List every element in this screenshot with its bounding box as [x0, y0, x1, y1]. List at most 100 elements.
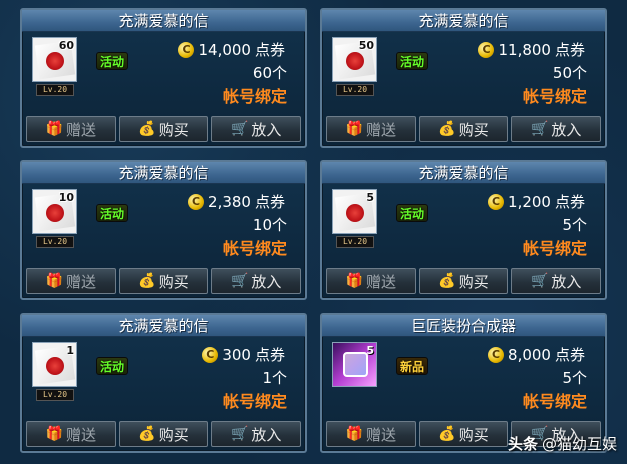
quantity: 5个 — [562, 369, 587, 387]
coupon-icon: C — [178, 41, 195, 58]
gift-label: 赠送 — [366, 425, 397, 444]
level-badge: Lv.20 — [336, 236, 374, 248]
cart-icon: 🛒 — [530, 273, 549, 289]
buy-label: 购买 — [458, 120, 489, 139]
shop-item-card: 充满爱慕的信 10 Lv.20 活动 C 2,380 点券 10个 帐号绑定 🎁… — [20, 160, 307, 300]
add-to-cart-button[interactable]: 🛒 放入 — [211, 421, 302, 447]
item-title: 充满爱慕的信 — [22, 10, 305, 32]
level-badge: Lv.20 — [36, 84, 74, 96]
shop-item-card: 巨匠装扮合成器 5 新品 C 8,000 点券 5个 帐号绑定 🎁 赠送 💰 购买 … — [320, 313, 607, 453]
currency-label: 点券 — [554, 193, 585, 211]
add-to-cart-button[interactable]: 🛒 放入 — [211, 268, 302, 294]
gift-icon: 🎁 — [45, 426, 64, 442]
currency-label: 点券 — [254, 41, 285, 59]
gift-icon: 🎁 — [45, 121, 64, 137]
event-tag: 活动 — [96, 357, 129, 375]
level-badge: Lv.20 — [36, 236, 74, 248]
item-title: 巨匠装扮合成器 — [322, 315, 605, 337]
add-to-cart-button[interactable]: 🛒 放入 — [511, 116, 602, 142]
gift-button[interactable]: 🎁 赠送 — [326, 421, 416, 447]
buy-button[interactable]: 💰 购买 — [418, 421, 509, 447]
event-tag: 活动 — [96, 52, 129, 70]
price-value: 1,200 — [508, 192, 551, 211]
gift-icon: 🎁 — [345, 426, 364, 442]
add-to-cart-button[interactable]: 🛒 放入 — [511, 268, 602, 294]
money-bag-icon: 💰 — [138, 121, 156, 137]
gift-icon: 🎁 — [345, 121, 364, 137]
price: C 14,000 点券 — [178, 39, 285, 60]
put-label: 放入 — [551, 120, 582, 139]
gift-button[interactable]: 🎁 赠送 — [26, 421, 116, 447]
item-title: 充满爱慕的信 — [322, 162, 605, 184]
account-bound-label: 帐号绑定 — [522, 87, 587, 106]
account-bound-label: 帐号绑定 — [222, 239, 287, 258]
buy-label: 购买 — [158, 272, 189, 291]
love-letter-icon[interactable]: 5 — [332, 189, 377, 234]
gift-icon: 🎁 — [345, 273, 364, 289]
shop-item-card: 充满爱慕的信 1 Lv.20 活动 C 300 点券 1个 帐号绑定 🎁 赠送 💰… — [20, 313, 307, 453]
buy-button[interactable]: 💰 购买 — [118, 421, 209, 447]
money-bag-icon: 💰 — [438, 121, 456, 137]
put-label: 放入 — [251, 272, 282, 291]
cart-icon: 🛒 — [230, 273, 249, 289]
cart-icon: 🛒 — [530, 121, 549, 137]
love-letter-icon[interactable]: 50 — [332, 37, 377, 82]
gift-button[interactable]: 🎁 赠送 — [326, 116, 416, 142]
money-bag-icon: 💰 — [138, 273, 156, 289]
account-bound-label: 帐号绑定 — [222, 87, 287, 106]
love-letter-icon[interactable]: 10 — [32, 189, 77, 234]
put-label: 放入 — [251, 120, 282, 139]
watermark: 头条 @猫幼互娱 — [508, 433, 617, 454]
love-letter-icon[interactable]: 1 — [32, 342, 77, 387]
event-tag: 活动 — [396, 52, 429, 70]
price: C 300 点券 — [202, 344, 285, 365]
watermark-brand: 头条 — [507, 435, 538, 453]
cart-icon: 🛒 — [230, 121, 249, 137]
quantity: 5个 — [562, 216, 587, 234]
synthesizer-icon[interactable]: 5 — [332, 342, 377, 387]
buy-label: 购买 — [158, 425, 189, 444]
coupon-icon: C — [188, 193, 205, 210]
currency-label: 点券 — [254, 346, 285, 364]
gift-button[interactable]: 🎁 赠送 — [326, 268, 416, 294]
gift-icon: 🎁 — [45, 273, 64, 289]
gift-button[interactable]: 🎁 赠送 — [26, 268, 116, 294]
quantity: 60个 — [252, 64, 287, 82]
coupon-icon: C — [478, 41, 495, 58]
stack-count: 60 — [58, 39, 74, 52]
gift-label: 赠送 — [66, 425, 97, 444]
quantity: 50个 — [552, 64, 587, 82]
buy-button[interactable]: 💰 购买 — [418, 268, 509, 294]
price-value: 8,000 — [508, 345, 551, 364]
price-value: 14,000 — [198, 40, 251, 59]
account-bound-label: 帐号绑定 — [522, 392, 587, 411]
buy-button[interactable]: 💰 购买 — [118, 116, 209, 142]
stack-count: 1 — [66, 344, 74, 357]
shop-item-card: 充满爱慕的信 60 Lv.20 活动 C 14,000 点券 60个 帐号绑定 … — [20, 8, 307, 148]
buy-label: 购买 — [158, 120, 189, 139]
buy-button[interactable]: 💰 购买 — [118, 268, 209, 294]
buy-button[interactable]: 💰 购买 — [418, 116, 509, 142]
currency-label: 点券 — [254, 193, 285, 211]
add-to-cart-button[interactable]: 🛒 放入 — [211, 116, 302, 142]
watermark-handle: @猫幼互娱 — [541, 435, 617, 453]
item-title: 充满爱慕的信 — [322, 10, 605, 32]
buy-label: 购买 — [458, 425, 489, 444]
gift-button[interactable]: 🎁 赠送 — [26, 116, 116, 142]
shop-item-card: 充满爱慕的信 5 Lv.20 活动 C 1,200 点券 5个 帐号绑定 🎁 赠送… — [320, 160, 607, 300]
money-bag-icon: 💰 — [138, 426, 156, 442]
stack-count: 5 — [366, 191, 374, 204]
coupon-icon: C — [488, 193, 505, 210]
love-letter-icon[interactable]: 60 — [32, 37, 77, 82]
buy-label: 购买 — [458, 272, 489, 291]
new-item-tag: 新品 — [396, 357, 429, 375]
money-bag-icon: 💰 — [438, 426, 456, 442]
account-bound-label: 帐号绑定 — [222, 392, 287, 411]
stack-count: 10 — [58, 191, 74, 204]
cart-icon: 🛒 — [230, 426, 249, 442]
put-label: 放入 — [251, 425, 282, 444]
coupon-icon: C — [202, 346, 219, 363]
level-badge: Lv.20 — [36, 389, 74, 401]
level-badge: Lv.20 — [336, 84, 374, 96]
price: C 8,000 点券 — [488, 344, 585, 365]
